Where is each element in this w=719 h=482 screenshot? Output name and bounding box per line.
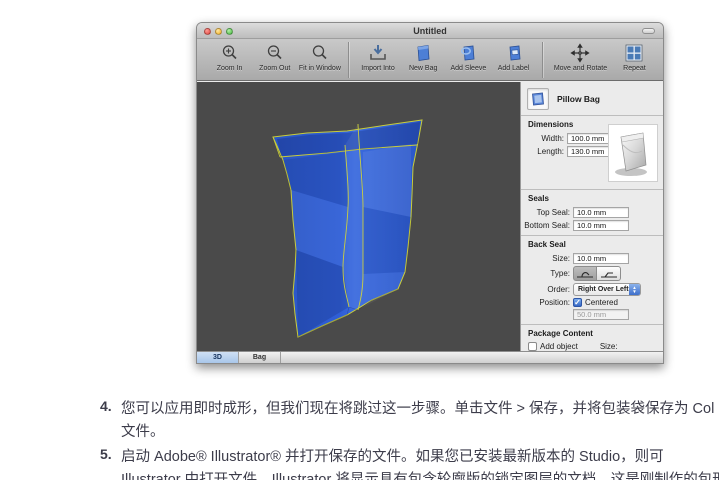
- length-label: Length:: [521, 147, 567, 156]
- new-bag-icon: [413, 41, 433, 65]
- top-seal-label: Top Seal:: [521, 208, 573, 217]
- move-and-rotate-icon: [570, 41, 590, 65]
- centered-checkbox-label: Centered: [585, 298, 618, 307]
- step-5-line1: 启动 Adobe® Illustrator® 并打开保存的文件。如果您已安装最新…: [121, 446, 719, 469]
- panel-header: Pillow Bag: [521, 82, 663, 116]
- zoom-out-button[interactable]: Zoom Out: [252, 41, 297, 72]
- step-4-line1: 您可以应用即时成形，但我们现在将跳过这一步骤。单击文件 > 保存，并将包装袋保存…: [121, 398, 719, 421]
- step-5-line2: Illustrator 中打开文件。Illustrator 将显示具有包含轮廓版…: [121, 469, 719, 480]
- repeat-icon: [625, 41, 643, 65]
- content-size-label: Size:: [600, 342, 618, 351]
- position-value-field: 50.0 mm: [573, 309, 629, 320]
- add-label-button[interactable]: Add Label: [491, 41, 536, 72]
- top-seal-field[interactable]: 10.0 mm: [573, 207, 629, 218]
- lap-seal-icon: [600, 269, 618, 279]
- fit-in-window-button[interactable]: Fit in Window: [297, 41, 342, 72]
- order-dropdown-value: Right Over Left: [578, 286, 629, 293]
- close-button[interactable]: [204, 28, 211, 35]
- instruction-text: 4. 您可以应用即时成形，但我们现在将跳过这一步骤。单击文件 > 保存，并将包装…: [0, 398, 719, 482]
- step-4-number: 4.: [100, 398, 112, 414]
- seal-type-fin-button[interactable]: [573, 266, 597, 281]
- zoom-out-icon: [266, 41, 284, 65]
- zoom-in-button[interactable]: Zoom In: [207, 41, 252, 72]
- step-5-number: 5.: [100, 446, 112, 462]
- step-4: 4. 您可以应用即时成形，但我们现在将跳过这一步骤。单击文件 > 保存，并将包装…: [0, 398, 719, 444]
- app-window: Untitled Zoom In Zoom Out Fit in Window: [196, 22, 664, 364]
- add-object-checkbox[interactable]: [528, 342, 537, 351]
- import-into-button[interactable]: Import Into: [355, 41, 400, 72]
- titlebar: Untitled: [197, 23, 663, 39]
- add-sleeve-button[interactable]: Add Sleeve: [446, 41, 491, 72]
- toolbar: Zoom In Zoom Out Fit in Window Import In…: [197, 39, 663, 81]
- import-into-icon: [368, 41, 388, 65]
- toolbar-separator: [542, 42, 543, 78]
- section-back-seal: Back Seal: [521, 236, 663, 251]
- view-tabbar: 3D Bag: [197, 351, 663, 363]
- seal-type-lap-button[interactable]: [597, 266, 621, 281]
- bottom-seal-field[interactable]: 10.0 mm: [573, 220, 629, 231]
- tab-bag[interactable]: Bag: [239, 352, 281, 363]
- back-seal-type-label: Type:: [521, 269, 573, 278]
- back-seal-order-label: Order:: [521, 285, 573, 294]
- order-dropdown[interactable]: Right Over Left ▲▼: [573, 283, 641, 296]
- back-seal-size-field[interactable]: 10.0 mm: [573, 253, 629, 264]
- add-label-icon: [504, 41, 524, 65]
- width-label: Width:: [521, 134, 567, 143]
- section-seals: Seals: [521, 190, 663, 205]
- move-and-rotate-button[interactable]: Move and Rotate: [549, 41, 612, 72]
- repeat-button[interactable]: Repeat: [612, 41, 657, 72]
- settings-panel: Pillow Bag Dimensions Width: 100.0 mm Le…: [520, 82, 663, 351]
- minimize-button[interactable]: [215, 28, 222, 35]
- back-seal-position-label: Position:: [521, 298, 573, 307]
- step-4-line2: 文件。: [121, 421, 719, 444]
- pillow-bag-3d-model: [197, 82, 520, 351]
- add-sleeve-icon: [458, 41, 478, 65]
- centered-checkbox[interactable]: ✓: [573, 298, 582, 307]
- bottom-seal-label: Bottom Seal:: [521, 221, 573, 230]
- pillow-bag-icon: [527, 88, 549, 110]
- toolbar-separator: [348, 42, 349, 78]
- window-controls: [204, 28, 233, 35]
- toolbar-toggle-button[interactable]: [642, 28, 655, 34]
- zoom-window-button[interactable]: [226, 28, 233, 35]
- tab-3d[interactable]: 3D: [197, 352, 239, 363]
- step-5: 5. 启动 Adobe® Illustrator® 并打开保存的文件。如果您已安…: [0, 446, 719, 480]
- dropdown-arrows-icon: ▲▼: [629, 284, 640, 295]
- fin-seal-icon: [576, 269, 594, 279]
- panel-title: Pillow Bag: [557, 94, 600, 104]
- add-object-label: Add object: [540, 342, 578, 351]
- zoom-in-icon: [221, 41, 239, 65]
- new-bag-button[interactable]: New Bag: [401, 41, 446, 72]
- viewport-3d[interactable]: [197, 82, 520, 351]
- window-title: Untitled: [197, 23, 663, 39]
- fit-in-window-icon: [311, 41, 329, 65]
- bag-preview-thumbnail: [608, 124, 658, 182]
- section-package-content: Package Content: [521, 325, 663, 340]
- back-seal-size-label: Size:: [521, 254, 573, 263]
